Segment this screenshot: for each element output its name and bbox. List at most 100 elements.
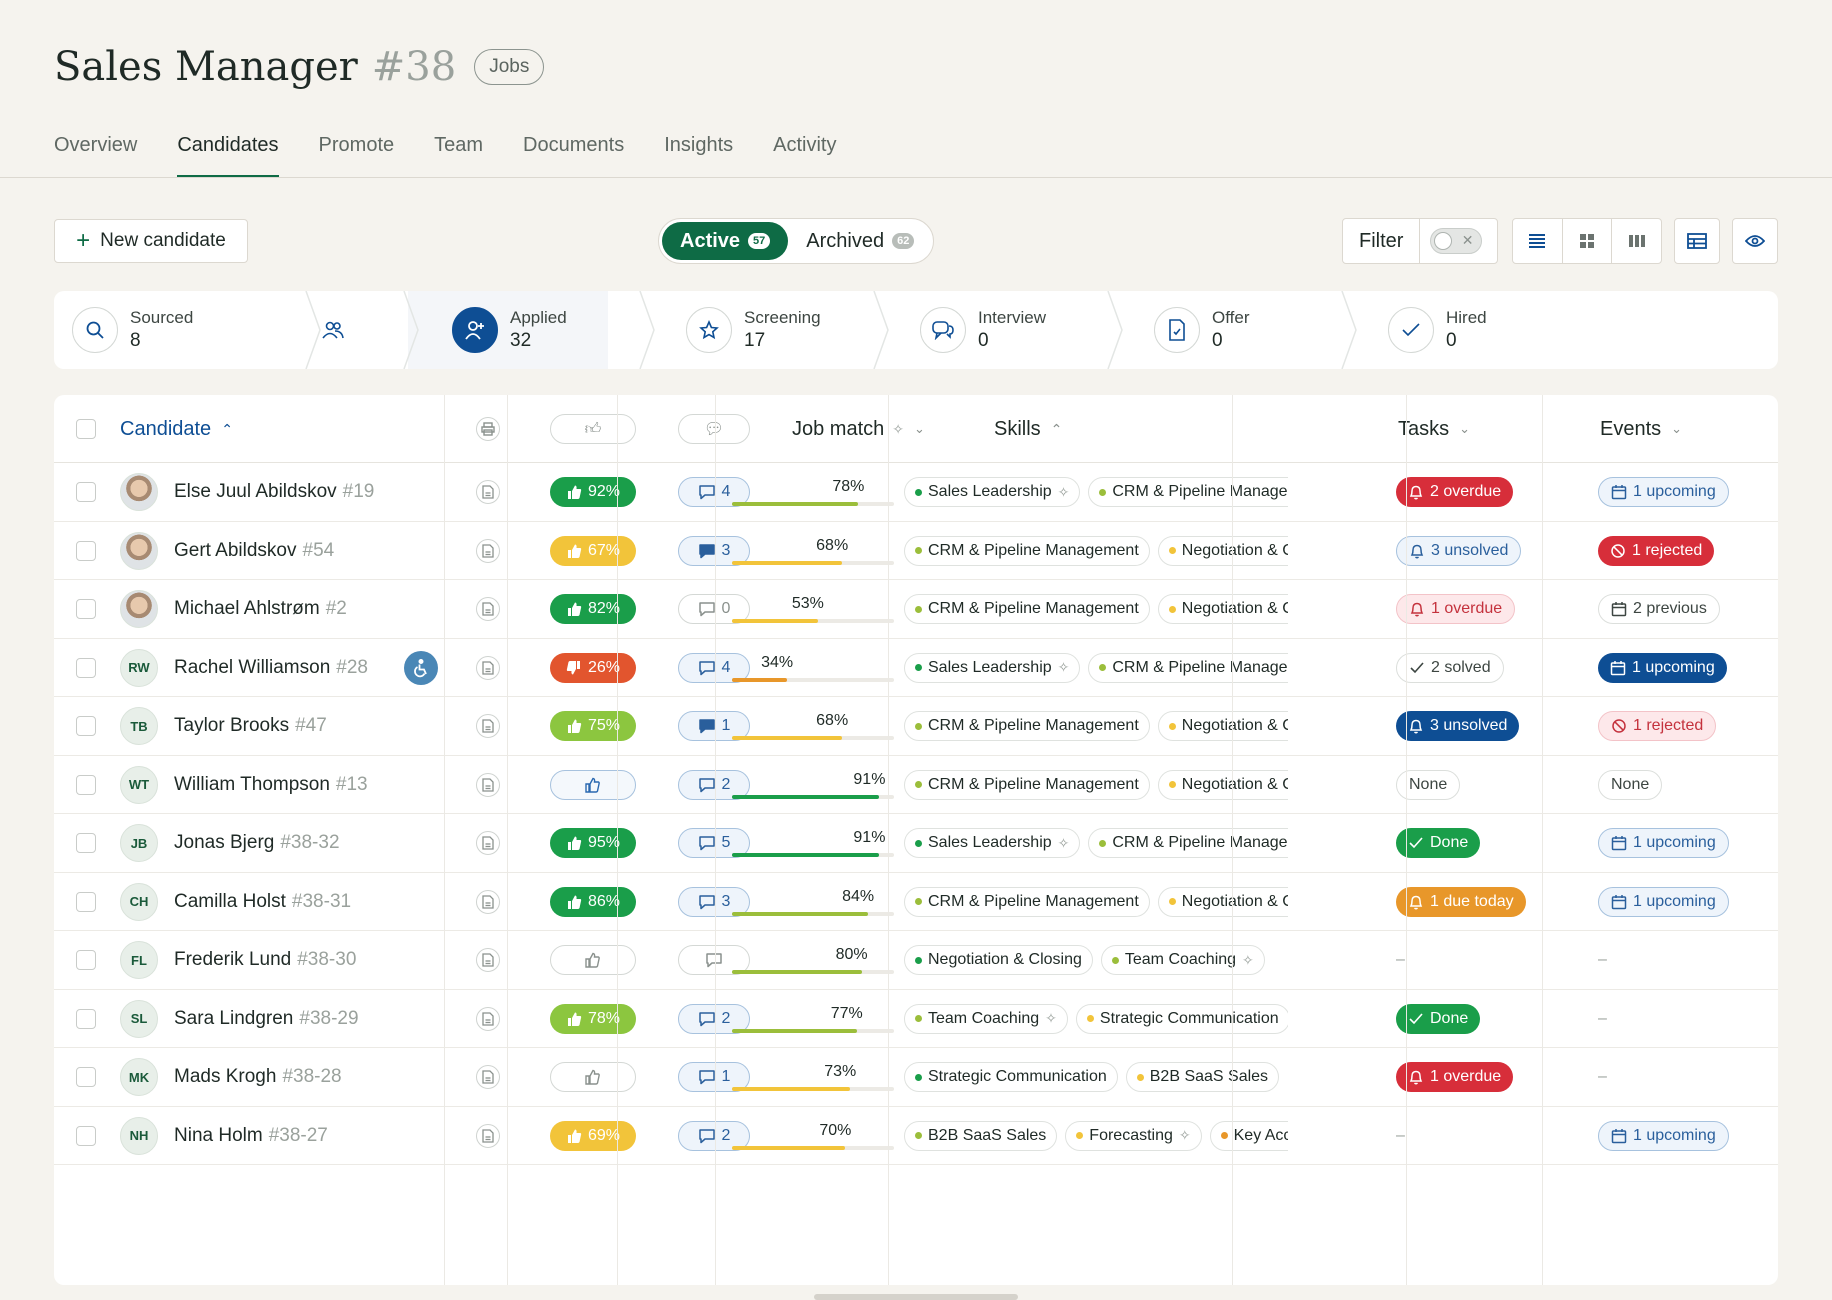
skill-chip[interactable]: CRM & Pipeline Management: [904, 769, 1150, 800]
pipeline-stage-interview[interactable]: Interview 0: [920, 291, 1046, 369]
jobs-badge[interactable]: Jobs: [474, 49, 545, 85]
accessibility-badge[interactable]: [404, 650, 438, 685]
task-badge[interactable]: 1 overdue: [1396, 594, 1516, 624]
tab-activity[interactable]: Activity: [773, 120, 836, 178]
board-view-button[interactable]: [1612, 219, 1661, 263]
rating-badge[interactable]: 69%: [550, 1120, 636, 1151]
print-column-header[interactable]: [476, 395, 500, 463]
task-badge[interactable]: 1 due today: [1396, 886, 1526, 917]
skill-chip[interactable]: Forecasting ✧: [1065, 1120, 1202, 1151]
rating-badge[interactable]: [550, 945, 636, 975]
row-checkbox[interactable]: [76, 756, 96, 814]
skill-chip[interactable]: CRM & Pipeline Management: [904, 886, 1150, 917]
row-checkbox[interactable]: [76, 639, 96, 697]
row-checkbox[interactable]: [76, 873, 96, 931]
row-checkbox[interactable]: [76, 990, 96, 1048]
candidate-cell[interactable]: MK Mads Krogh #38-28: [120, 1048, 342, 1106]
row-checkbox[interactable]: [76, 1107, 96, 1165]
rating-badge[interactable]: 92%: [550, 477, 636, 507]
tab-overview[interactable]: Overview: [54, 120, 137, 178]
filter-button[interactable]: Filter: [1343, 219, 1421, 263]
table-row[interactable]: CH Camilla Holst #38-31 86% 3 84% CRM & Pipeli…: [54, 873, 1778, 931]
document-cell[interactable]: [476, 639, 500, 697]
skill-chip[interactable]: Team Coaching ✧: [904, 1003, 1068, 1034]
skill-chip[interactable]: Negotiation & Closing: [1157, 594, 1288, 624]
rating-badge[interactable]: 86%: [550, 886, 636, 917]
comments-column-header[interactable]: 💬︎: [678, 395, 750, 463]
skill-chip[interactable]: CRM & Pipeline Management: [904, 535, 1150, 566]
document-cell[interactable]: [476, 697, 500, 755]
document-cell[interactable]: [476, 873, 500, 931]
candidate-cell[interactable]: RW Rachel Williamson #28: [120, 639, 368, 697]
pipeline-stage-applied[interactable]: Applied 32: [452, 291, 567, 369]
candidate-cell[interactable]: Else Juul Abildskov #19: [120, 463, 374, 521]
table-row[interactable]: RW Rachel Williamson #28 26% 4 34% Sales Leade…: [54, 639, 1778, 697]
tab-insights[interactable]: Insights: [664, 120, 733, 178]
rating-badge[interactable]: 95%: [550, 828, 636, 858]
skill-chip[interactable]: Key Account: [1209, 1120, 1288, 1151]
tab-team[interactable]: Team: [434, 120, 483, 178]
table-row[interactable]: JB Jonas Bjerg #38-32 95% 5 91% Sales Leadersh…: [54, 814, 1778, 873]
event-badge[interactable]: 1 upcoming: [1598, 477, 1729, 507]
candidate-cell[interactable]: CH Camilla Holst #38-31: [120, 873, 351, 931]
event-badge[interactable]: 1 rejected: [1598, 535, 1715, 566]
candidate-name[interactable]: William Thompson #13: [174, 774, 368, 796]
event-badge[interactable]: 1 upcoming: [1598, 652, 1727, 683]
table-row[interactable]: NH Nina Holm #38-27 69% 2 70% B2B SaaS Sales Fo…: [54, 1107, 1778, 1165]
select-all-checkbox[interactable]: [76, 395, 96, 463]
job-match-column-header[interactable]: Job match ✧ ⌄: [792, 395, 925, 463]
document-cell[interactable]: [476, 814, 500, 872]
pipeline-stage-offer[interactable]: Offer 0: [1154, 291, 1249, 369]
task-badge[interactable]: Done: [1396, 1003, 1481, 1034]
skill-chip[interactable]: Sales Leadership ✧: [904, 477, 1081, 507]
skill-chip[interactable]: CRM & Pipeline Management: [904, 711, 1150, 741]
rating-badge[interactable]: 67%: [550, 535, 636, 566]
rating-badge[interactable]: [550, 1062, 636, 1092]
document-cell[interactable]: [476, 580, 500, 638]
candidate-cell[interactable]: Gert Abildskov #54: [120, 522, 334, 580]
candidate-name[interactable]: Frederik Lund #38-30: [174, 949, 356, 971]
skill-chip[interactable]: Sales Leadership ✧: [904, 652, 1081, 683]
rating-badge[interactable]: 82%: [550, 594, 636, 624]
table-row[interactable]: FL Frederik Lund #38-30 80% Negotiation & Cl…: [54, 931, 1778, 990]
table-row[interactable]: WT William Thompson #13 2 91% CRM & Pipeline …: [54, 756, 1778, 814]
skill-chip[interactable]: CRM & Pipeline Management: [904, 594, 1150, 624]
pipeline-stage-hired[interactable]: Hired 0: [1388, 291, 1487, 369]
table-row[interactable]: TB Taylor Brooks #47 75% 1 68% CRM & Pipeline …: [54, 697, 1778, 756]
row-checkbox[interactable]: [76, 463, 96, 521]
rating-badge[interactable]: 75%: [550, 711, 636, 741]
candidate-name[interactable]: Jonas Bjerg #38-32: [174, 832, 340, 854]
row-checkbox[interactable]: [76, 814, 96, 872]
rating-badge[interactable]: [550, 769, 636, 800]
event-badge[interactable]: 1 upcoming: [1598, 886, 1729, 917]
document-cell[interactable]: [476, 1107, 500, 1165]
candidate-name[interactable]: Michael Ahlstrøm #2: [174, 598, 347, 620]
row-checkbox[interactable]: [76, 1048, 96, 1106]
skill-chip[interactable]: B2B SaaS Sales: [904, 1120, 1058, 1151]
candidate-name[interactable]: Rachel Williamson #28: [174, 657, 368, 679]
candidate-name[interactable]: Nina Holm #38-27: [174, 1125, 328, 1147]
table-row[interactable]: Gert Abildskov #54 67% 3 68% CRM & Pipeline M…: [54, 522, 1778, 580]
task-badge[interactable]: 3 unsolved: [1396, 535, 1522, 566]
skill-chip[interactable]: Negotiation & Closing: [1157, 535, 1288, 566]
pipeline-stage-screening[interactable]: Screening 17: [686, 291, 821, 369]
skill-chip[interactable]: Negotiation & Closing: [1157, 769, 1288, 800]
task-badge[interactable]: 2 solved: [1396, 652, 1504, 683]
document-cell[interactable]: [476, 522, 500, 580]
candidate-cell[interactable]: NH Nina Holm #38-27: [120, 1107, 328, 1165]
tab-candidates[interactable]: Candidates: [177, 120, 279, 178]
candidate-cell[interactable]: WT William Thompson #13: [120, 756, 368, 814]
table-row[interactable]: SL Sara Lindgren #38-29 78% 2 77% Team Coachin…: [54, 990, 1778, 1048]
skill-chip[interactable]: Negotiation & Closing: [1157, 711, 1288, 741]
candidate-name[interactable]: Else Juul Abildskov #19: [174, 481, 374, 503]
skill-chip[interactable]: B2B SaaS Sales: [1125, 1062, 1280, 1092]
document-cell[interactable]: [476, 1048, 500, 1106]
row-checkbox[interactable]: [76, 580, 96, 638]
event-badge[interactable]: 1 upcoming: [1598, 1120, 1729, 1151]
skill-chip[interactable]: Strategic Communication: [904, 1062, 1118, 1092]
tasks-column-header[interactable]: Tasks ⌄: [1398, 395, 1470, 463]
table-row[interactable]: Michael Ahlstrøm #2 82% 0 53% CRM & Pipeline …: [54, 580, 1778, 639]
candidate-cell[interactable]: TB Taylor Brooks #47: [120, 697, 327, 755]
grid-view-button[interactable]: [1563, 219, 1613, 263]
candidate-name[interactable]: Camilla Holst #38-31: [174, 891, 351, 913]
